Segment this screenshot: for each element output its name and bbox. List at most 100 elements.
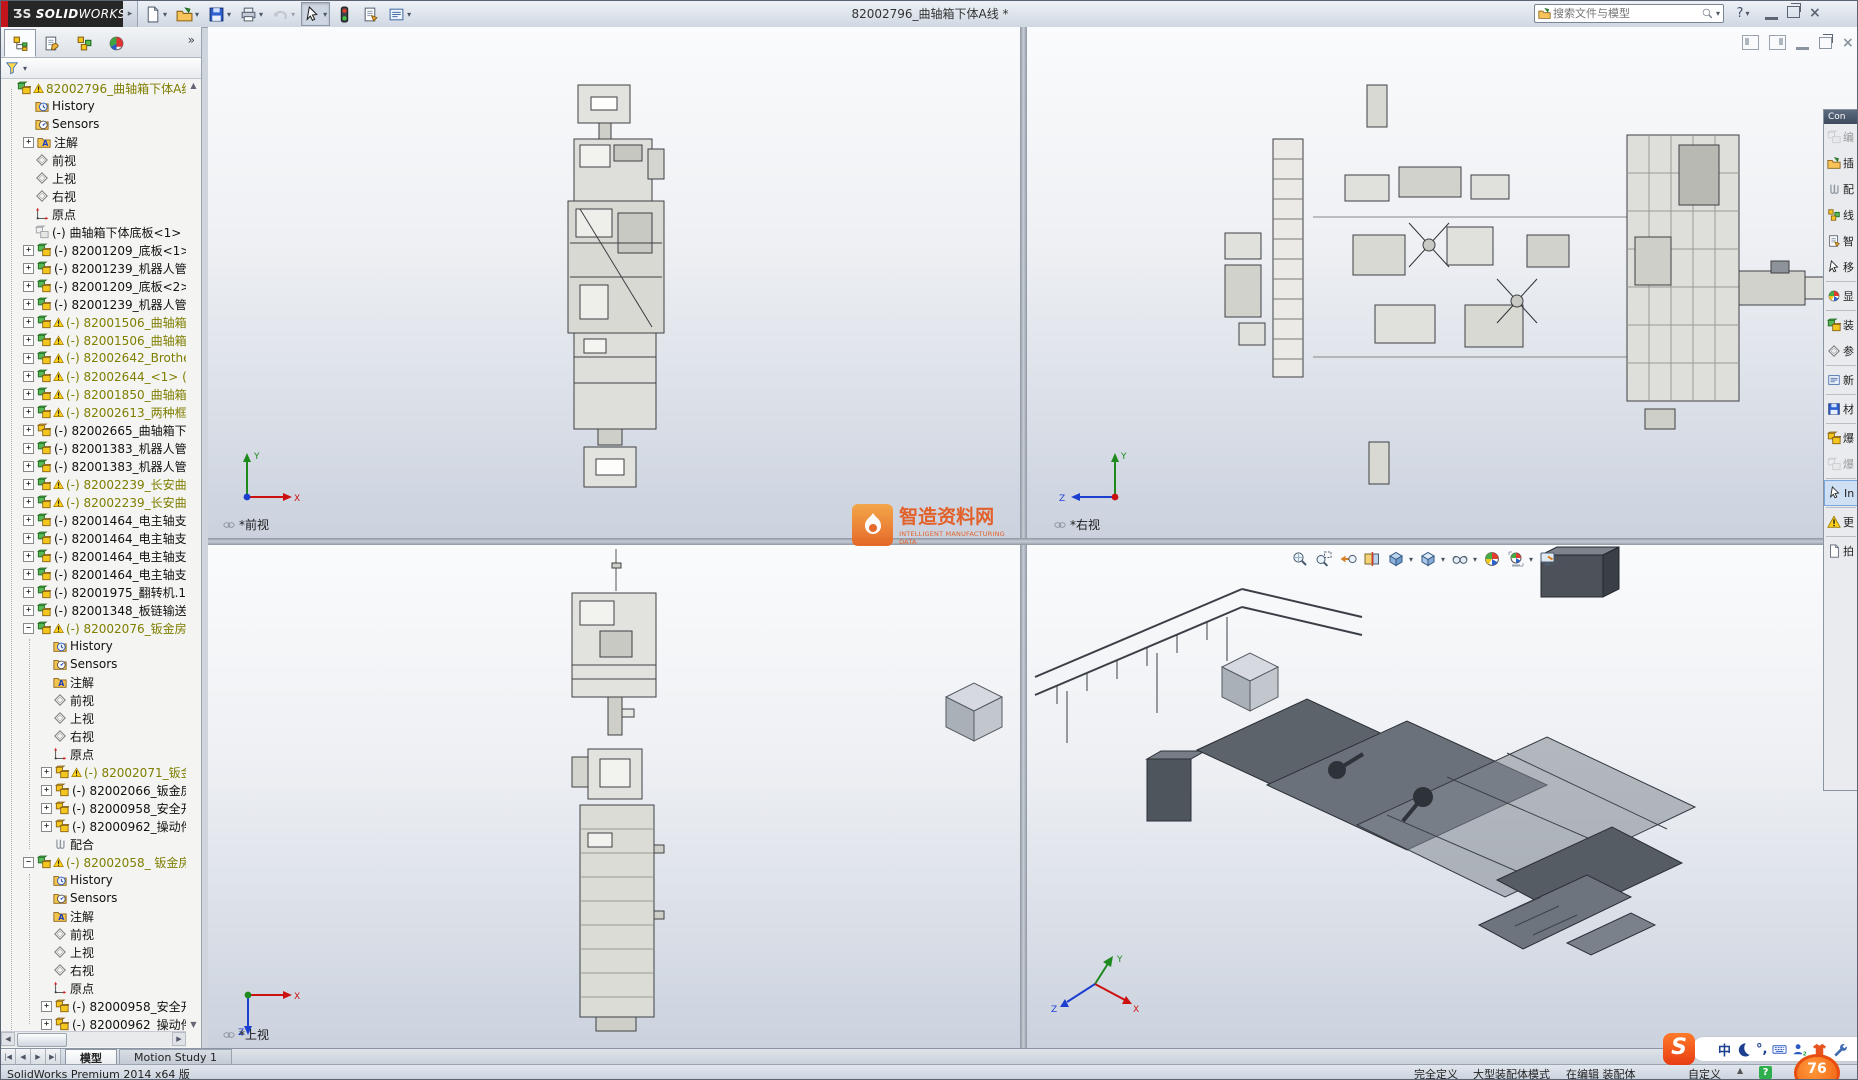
scroll-down-icon[interactable]: ▼ xyxy=(187,1018,200,1031)
tree-item[interactable]: + (-) 82002613_两种框架 xyxy=(1,403,186,421)
tab-scroll-button-2[interactable]: ▶ xyxy=(31,1049,46,1065)
scroll-right-icon[interactable]: ▶ xyxy=(172,1032,186,1046)
search-box[interactable]: ▾ xyxy=(1534,4,1724,23)
open-button[interactable]: ▾ xyxy=(173,2,202,26)
tab-scroll-button-3[interactable]: ▶| xyxy=(46,1049,61,1065)
expand-icon[interactable]: + xyxy=(41,1018,52,1030)
select-tool-button[interactable]: ▾ xyxy=(301,2,331,26)
tree-item[interactable]: + (-) 82001383_机器人管线 xyxy=(1,457,186,475)
tree-vertical-scrollbar[interactable]: ▲ ▼ xyxy=(187,79,200,1031)
hide-show-items-button[interactable]: ▾ xyxy=(1451,550,1477,568)
tree-item[interactable]: (-) 曲轴箱下体底板<1> (默 xyxy=(1,223,186,241)
tree-item[interactable]: History xyxy=(1,97,186,115)
tree-item[interactable]: + (-) 82001464_电主轴支架 xyxy=(1,565,186,583)
scroll-up-icon[interactable]: ▲ xyxy=(187,79,200,92)
tree-item[interactable]: + (-) 82001850_曲轴箱下 xyxy=(1,385,186,403)
display-style-button[interactable]: ▾ xyxy=(1419,550,1445,568)
tree-item[interactable]: + (-) 82001975_翻转机.1<1 xyxy=(1,583,186,601)
doc-close-icon[interactable]: × xyxy=(1842,36,1854,50)
user-center-icon[interactable] xyxy=(1792,1042,1807,1057)
tree-item[interactable]: + (-) 82001348_板链输送机 xyxy=(1,601,186,619)
tree-item[interactable]: + (-) 82002239_长安曲轴 xyxy=(1,493,186,511)
menu-flyout-arrow[interactable]: ▸ xyxy=(123,1,138,27)
split-pane-left-icon[interactable] xyxy=(1742,35,1759,50)
doc-restore-icon[interactable] xyxy=(1819,33,1833,49)
tree-item[interactable]: 82002796_曲轴箱下体A线 xyxy=(1,79,186,97)
tree-item[interactable]: 右视 xyxy=(1,187,186,205)
new-motion-study-button[interactable]: 新 xyxy=(1824,367,1857,393)
tree-item[interactable]: + (-) 82001506_曲轴箱双 xyxy=(1,331,186,349)
zoom-to-area-button[interactable] xyxy=(1315,550,1333,568)
undo-button[interactable]: ▾ xyxy=(269,2,298,26)
explode-line-sketch-button[interactable]: 爆 xyxy=(1824,451,1857,477)
tree-item[interactable]: + (-) 82001464_电主轴支架 xyxy=(1,547,186,565)
custom-arrow-icon[interactable]: ▲ xyxy=(1737,1066,1743,1075)
options-button[interactable]: ▾ xyxy=(385,2,414,26)
caret-icon[interactable]: ▾ xyxy=(1409,555,1413,564)
expand-icon[interactable]: + xyxy=(23,370,34,382)
doc-minimize-icon[interactable] xyxy=(1796,36,1809,50)
caret-icon[interactable]: ▾ xyxy=(1529,555,1533,564)
tree-item[interactable]: 前视 xyxy=(1,151,186,169)
help-button[interactable]: ? ▾ xyxy=(1730,4,1756,23)
custom-status-field[interactable]: 自定义 xyxy=(1688,1066,1721,1079)
expand-icon[interactable]: + xyxy=(23,316,34,328)
restore-icon[interactable] xyxy=(1787,3,1801,18)
punctuation-mode-icon[interactable]: °, xyxy=(1756,1042,1767,1057)
full-half-width-icon[interactable] xyxy=(1736,1042,1751,1057)
viewport-splitter-horizontal[interactable] xyxy=(208,538,1857,545)
expand-icon[interactable]: + xyxy=(41,784,52,796)
assembly-features-button[interactable]: 装 xyxy=(1824,312,1857,338)
minimize-icon[interactable] xyxy=(1765,6,1778,20)
tree-item[interactable]: 原点 xyxy=(1,205,186,223)
caret-icon[interactable]: ▾ xyxy=(227,10,231,19)
search-caret-icon[interactable]: ▾ xyxy=(1716,9,1720,18)
tree-item[interactable]: Sensors xyxy=(1,115,186,133)
expand-icon[interactable]: + xyxy=(23,406,34,418)
search-input[interactable] xyxy=(1551,6,1701,21)
viewport-top[interactable]: X Z *上视 xyxy=(208,545,1020,1048)
mate-button[interactable]: 配 xyxy=(1824,176,1857,202)
split-pane-right-icon[interactable] xyxy=(1769,35,1786,50)
expand-icon[interactable]: + xyxy=(23,460,34,472)
expand-icon[interactable]: + xyxy=(23,298,34,310)
caret-icon[interactable]: ▾ xyxy=(323,10,327,19)
section-view-button[interactable] xyxy=(1363,550,1381,568)
caret-icon[interactable]: ▾ xyxy=(291,10,295,19)
save-button[interactable]: ▾ xyxy=(205,2,234,26)
tree-item[interactable]: − (-) 82002076_钣金房组 xyxy=(1,619,186,637)
tree-item[interactable]: + (-) 82001506_曲轴箱双 xyxy=(1,313,186,331)
expand-icon[interactable]: + xyxy=(23,586,34,598)
expand-icon[interactable]: + xyxy=(23,280,34,292)
collapse-icon[interactable]: − xyxy=(23,856,34,868)
tree-item[interactable]: 上视 xyxy=(1,169,186,187)
expand-icon[interactable]: + xyxy=(41,802,52,814)
expand-icon[interactable]: + xyxy=(23,262,34,274)
take-snapshot-button[interactable]: 拍 xyxy=(1824,538,1857,564)
view-orientation-button[interactable]: ▾ xyxy=(1387,550,1413,568)
tree-item[interactable]: + (-) 82001209_底板<1> (默 xyxy=(1,241,186,259)
viewport-isometric[interactable]: Y Z X xyxy=(1027,545,1857,1048)
expand-icon[interactable]: + xyxy=(23,136,34,148)
show-hidden-components-button[interactable]: 显 xyxy=(1824,283,1857,309)
update-components-button[interactable]: 更 xyxy=(1824,509,1857,535)
caret-icon[interactable]: ▾ xyxy=(259,10,263,19)
expand-icon[interactable]: + xyxy=(23,334,34,346)
edit-appearance-button[interactable] xyxy=(1483,550,1501,568)
tree-item[interactable]: + (-) 82002642_Brother xyxy=(1,349,186,367)
cn-en-toggle-icon[interactable]: 中 xyxy=(1718,1040,1731,1059)
rebuild-button[interactable] xyxy=(333,2,356,26)
linear-component-pattern-button[interactable]: 线 xyxy=(1824,202,1857,228)
sogou-logo-icon[interactable]: S xyxy=(1663,1033,1695,1065)
bill-of-materials-button[interactable]: 材 xyxy=(1824,396,1857,422)
filter-funnel-icon[interactable] xyxy=(5,61,19,75)
expand-icon[interactable]: + xyxy=(23,604,34,616)
tree-item[interactable]: + (-) 82001239_机器人管线 xyxy=(1,295,186,313)
caret-icon[interactable]: ▾ xyxy=(195,10,199,19)
expand-icon[interactable]: + xyxy=(23,550,34,562)
view-settings-button[interactable]: ▾ xyxy=(1539,550,1565,568)
move-component-button[interactable]: 移 xyxy=(1824,254,1857,280)
tree-item[interactable]: + (-) 82002644_<1> (默认 xyxy=(1,367,186,385)
previous-view-button[interactable] xyxy=(1339,550,1357,568)
panel-chevron[interactable]: » xyxy=(188,33,195,47)
